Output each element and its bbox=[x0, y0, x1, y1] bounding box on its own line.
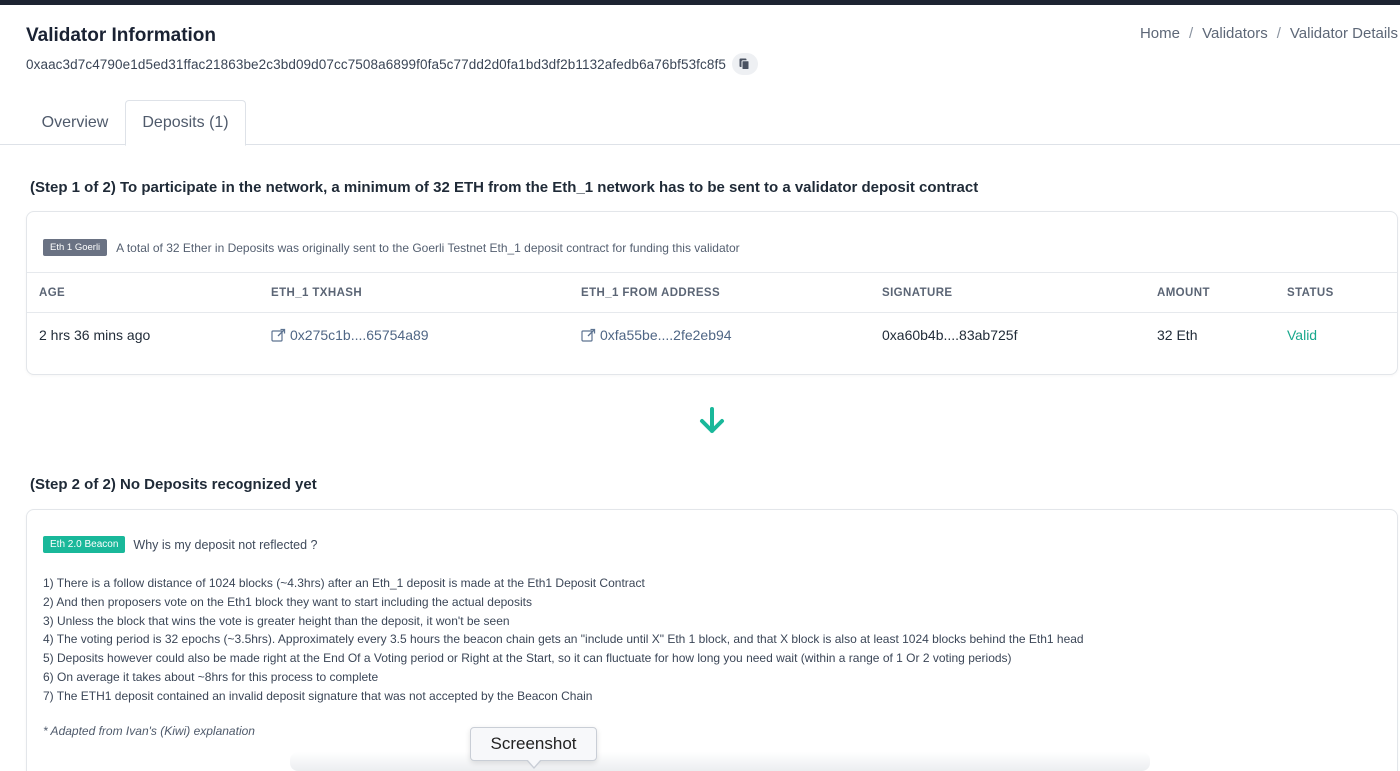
beacon-info-card: Eth 2.0 Beacon Why is my deposit not ref… bbox=[26, 509, 1398, 771]
tooltip-tail-inner bbox=[527, 759, 541, 767]
eth1-card-description: A total of 32 Ether in Deposits was orig… bbox=[116, 240, 740, 255]
deposit-age: 2 hrs 36 mins ago bbox=[39, 327, 151, 343]
reasons-list: 1) There is a follow distance of 1024 bl… bbox=[43, 574, 1084, 706]
validator-address-row: 0xaac3d7c4790e1d5ed31ffac21863be2c3bd09d… bbox=[26, 53, 758, 75]
txhash-link[interactable]: 0x275c1b....65754a89 bbox=[271, 327, 429, 343]
breadcrumb-current: Validator Details bbox=[1289, 25, 1398, 42]
copy-button[interactable] bbox=[731, 53, 758, 75]
table-row: 2 hrs 36 mins ago 0x275c1b....65754a89 0… bbox=[27, 313, 1397, 358]
breadcrumb-separator: / bbox=[1188, 25, 1194, 42]
column-signature: SIGNATURE bbox=[882, 287, 953, 299]
step2-title: (Step 2 of 2) No Deposits recognized yet bbox=[30, 476, 317, 493]
breadcrumb-home[interactable]: Home bbox=[1140, 25, 1180, 42]
status-value: Valid bbox=[1287, 327, 1318, 343]
breadcrumb-separator: / bbox=[1276, 25, 1281, 42]
tab-deposits[interactable]: Deposits (1) bbox=[125, 100, 246, 146]
column-from-address: ETH_1 FROM ADDRESS bbox=[581, 287, 721, 299]
column-txhash: ETH_1 TXHASH bbox=[271, 287, 363, 299]
validator-address: 0xaac3d7c4790e1d5ed31ffac21863be2c3bd09d… bbox=[26, 56, 726, 72]
eth1-deposits-card: Eth 1 Goerli A total of 32 Ether in Depo… bbox=[26, 211, 1398, 375]
amount-value: 32 Eth bbox=[1157, 327, 1198, 343]
column-amount: AMOUNT bbox=[1157, 287, 1210, 299]
list-item: 5) Deposits however could also be made r… bbox=[43, 651, 1012, 666]
column-age: AGE bbox=[39, 287, 66, 299]
eth1-goerli-badge: Eth 1 Goerli bbox=[43, 239, 108, 256]
list-item: 6) On average it takes about ~8hrs for t… bbox=[43, 669, 379, 684]
breadcrumb-validators[interactable]: Validators bbox=[1202, 25, 1268, 42]
eth1-card-header: Eth 1 Goerli A total of 32 Ether in Depo… bbox=[43, 239, 740, 256]
screenshot-tooltip: Screenshot bbox=[470, 727, 597, 761]
list-item: 4) The voting period is 32 epochs (~3.5h… bbox=[43, 632, 1084, 647]
eth2-beacon-badge: Eth 2.0 Beacon bbox=[43, 536, 126, 553]
deposits-table-header: AGE ETH_1 TXHASH ETH_1 FROM ADDRESS SIGN… bbox=[27, 272, 1397, 313]
beacon-question: Why is my deposit not reflected ? bbox=[133, 537, 318, 552]
txhash-value: 0x275c1b....65754a89 bbox=[290, 327, 429, 343]
external-link-icon bbox=[271, 328, 286, 342]
breadcrumb: Home / Validators / Validator Details bbox=[1140, 25, 1398, 42]
screenshot-toolbar-shadow bbox=[290, 752, 1150, 771]
tab-bar: Overview Deposits (1) bbox=[0, 100, 1400, 146]
from-address-link[interactable]: 0xfa55be....2fe2eb94 bbox=[581, 327, 732, 343]
tab-overview[interactable]: Overview bbox=[26, 100, 124, 145]
page-title: Validator Information bbox=[26, 25, 217, 46]
step1-title: (Step 1 of 2) To participate in the netw… bbox=[30, 179, 979, 196]
from-address-value: 0xfa55be....2fe2eb94 bbox=[600, 327, 732, 343]
top-bar bbox=[0, 0, 1400, 5]
external-link-icon bbox=[581, 328, 596, 342]
list-item: 1) There is a follow distance of 1024 bl… bbox=[43, 576, 645, 590]
footnote: * Adapted from Ivan's (Kiwi) explanation bbox=[43, 724, 255, 738]
signature-value: 0xa60b4b....83ab725f bbox=[882, 327, 1018, 343]
list-item: 2) And then proposers vote on the Eth1 b… bbox=[43, 594, 532, 609]
list-item: 3) Unless the block that wins the vote i… bbox=[43, 613, 510, 628]
arrow-down-icon bbox=[700, 407, 724, 433]
beacon-card-header: Eth 2.0 Beacon Why is my deposit not ref… bbox=[43, 536, 318, 553]
list-item: 7) The ETH1 deposit contained an invalid… bbox=[43, 688, 593, 703]
copy-icon bbox=[739, 58, 750, 70]
column-status: STATUS bbox=[1287, 287, 1334, 299]
